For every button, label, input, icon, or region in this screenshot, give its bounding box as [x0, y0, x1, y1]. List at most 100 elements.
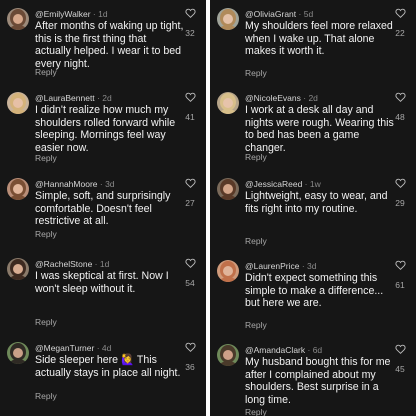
username[interactable]: @LaurenPrice [245, 261, 299, 271]
comment-item: @JessicaReed · 1w Lightweight, easy to we… [210, 178, 416, 258]
avatar[interactable] [7, 8, 29, 30]
comment-meta: @RachelStone · 1d [35, 259, 109, 270]
comments-column-right: @OliviaGrant · 5d My shoulders feel more … [210, 0, 416, 416]
comment-meta: @NicoleEvans · 2d [245, 93, 318, 104]
reply-button[interactable]: Reply [245, 236, 267, 247]
timestamp: · 1d [92, 259, 110, 269]
username[interactable]: @NicoleEvans [245, 93, 301, 103]
heart-outline-icon[interactable] [390, 260, 410, 270]
comment-item: @EmilyWalker · 1d After months of waking … [0, 8, 206, 88]
heart-outline-icon[interactable] [180, 178, 200, 188]
comment-text: My shoulders feel more relaxed when I wa… [245, 20, 393, 58]
like-button[interactable]: 48 [390, 92, 410, 122]
like-count: 45 [395, 364, 405, 374]
reply-button[interactable]: Reply [35, 153, 57, 164]
reply-button[interactable]: Reply [35, 317, 57, 328]
comment-meta: @JessicaReed · 1w [245, 179, 321, 190]
heart-outline-icon[interactable] [390, 8, 410, 18]
comment-item: @RachelStone · 1d I was skeptical at firs… [0, 258, 206, 338]
avatar[interactable] [7, 342, 29, 364]
like-button[interactable]: 32 [180, 8, 200, 38]
comment-meta: @EmilyWalker · 1d [35, 9, 108, 20]
like-button[interactable]: 45 [390, 344, 410, 374]
timestamp: · 2d [300, 93, 318, 103]
reply-button[interactable]: Reply [245, 320, 267, 331]
username[interactable]: @EmilyWalker [35, 9, 91, 19]
like-button[interactable]: 36 [180, 342, 200, 372]
avatar[interactable] [7, 92, 29, 114]
heart-outline-icon[interactable] [180, 8, 200, 18]
comment-text: After months of waking up tight, this is… [35, 20, 184, 70]
reply-button[interactable]: Reply [35, 391, 57, 402]
like-count: 48 [395, 112, 405, 122]
username[interactable]: @MeganTurner [35, 343, 94, 353]
comment-text: Side sleeper here 🙋‍♀️ This actually sta… [35, 354, 181, 379]
like-button[interactable]: 54 [180, 258, 200, 288]
comments-screenshot: @EmilyWalker · 1d After months of waking … [0, 0, 416, 416]
heart-outline-icon[interactable] [180, 258, 200, 268]
like-count: 36 [185, 362, 195, 372]
heart-outline-icon[interactable] [180, 92, 200, 102]
timestamp: · 3d [299, 261, 317, 271]
avatar[interactable] [217, 178, 239, 200]
avatar[interactable] [7, 178, 29, 200]
heart-outline-icon[interactable] [390, 344, 410, 354]
comment-item: @HannahMoore · 3d Simple, soft, and surpr… [0, 178, 206, 258]
comment-meta: @LaurenPrice · 3d [245, 261, 317, 272]
like-count: 22 [395, 28, 405, 38]
timestamp: · 5d [296, 9, 314, 19]
like-button[interactable]: 61 [390, 260, 410, 290]
comment-item: @MeganTurner · 4d Side sleeper here 🙋‍♀️ … [0, 342, 206, 416]
comment-text: I was skeptical at first. Now I won't sl… [35, 270, 169, 295]
comment-meta: @MeganTurner · 4d [35, 343, 111, 354]
heart-outline-icon[interactable] [180, 342, 200, 352]
username[interactable]: @HannahMoore [35, 179, 98, 189]
comment-item: @LauraBennett · 2d I didn't realize how m… [0, 92, 206, 172]
comment-meta: @LauraBennett · 2d [35, 93, 112, 104]
like-count: 61 [395, 280, 405, 290]
like-count: 27 [185, 198, 195, 208]
reply-button[interactable]: Reply [245, 152, 267, 163]
reply-button[interactable]: Reply [245, 407, 267, 416]
comment-text: I didn't realize how much my shoulders r… [35, 104, 176, 154]
username[interactable]: @LauraBennett [35, 93, 95, 103]
avatar[interactable] [7, 258, 29, 280]
comment-item: @LaurenPrice · 3d Didn't expect something… [210, 260, 416, 340]
reply-button[interactable]: Reply [245, 68, 267, 79]
username[interactable]: @JessicaReed [245, 179, 302, 189]
timestamp: · 4d [94, 343, 112, 353]
comment-meta: @OliviaGrant · 5d [245, 9, 313, 20]
timestamp: · 6d [305, 345, 323, 355]
avatar[interactable] [217, 260, 239, 282]
comment-text: Simple, soft, and surprisingly comfortab… [35, 190, 171, 228]
like-button[interactable]: 27 [180, 178, 200, 208]
comment-meta: @AmandaClark · 6d [245, 345, 322, 356]
reply-button[interactable]: Reply [35, 67, 57, 78]
username[interactable]: @OliviaGrant [245, 9, 296, 19]
timestamp: · 3d [97, 179, 115, 189]
comment-text: Didn't expect something this simple to m… [245, 272, 384, 310]
like-button[interactable]: 22 [390, 8, 410, 38]
like-count: 54 [185, 278, 195, 288]
comment-text: My husband bought this for me after I co… [245, 356, 391, 406]
avatar[interactable] [217, 8, 239, 30]
comment-item: @OliviaGrant · 5d My shoulders feel more … [210, 8, 416, 88]
comment-item: @NicoleEvans · 2d I work at a desk all da… [210, 92, 416, 172]
timestamp: · 1w [302, 179, 321, 189]
heart-outline-icon[interactable] [390, 178, 410, 188]
avatar[interactable] [217, 344, 239, 366]
comment-text: Lightweight, easy to wear, and fits righ… [245, 190, 388, 215]
comments-column-left: @EmilyWalker · 1d After months of waking … [0, 0, 206, 416]
heart-outline-icon[interactable] [390, 92, 410, 102]
like-count: 41 [185, 112, 195, 122]
timestamp: · 2d [94, 93, 112, 103]
like-button[interactable]: 29 [390, 178, 410, 208]
like-count: 29 [395, 198, 405, 208]
like-button[interactable]: 41 [180, 92, 200, 122]
timestamp: · 1d [90, 9, 108, 19]
username[interactable]: @RachelStone [35, 259, 92, 269]
like-count: 32 [185, 28, 195, 38]
reply-button[interactable]: Reply [35, 229, 57, 240]
avatar[interactable] [217, 92, 239, 114]
username[interactable]: @AmandaClark [245, 345, 305, 355]
